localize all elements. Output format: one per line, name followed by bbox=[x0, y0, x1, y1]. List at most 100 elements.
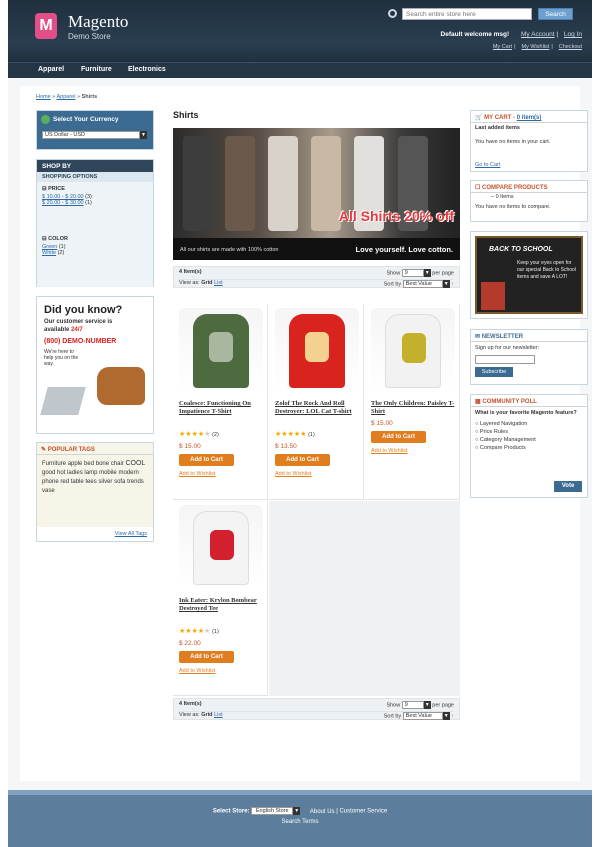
poll-title: ▦ COMMUNITY POLL bbox=[471, 395, 587, 407]
price-filter-label: ⊟ PRICE bbox=[42, 186, 65, 192]
add-to-wishlist-link[interactable]: Add to Wishlist bbox=[275, 471, 311, 477]
tag-link[interactable]: ladies bbox=[67, 470, 83, 476]
customer-service-link[interactable]: Customer Service bbox=[339, 809, 387, 815]
tag-link[interactable]: silver bbox=[98, 479, 112, 485]
tag-link[interactable]: phone bbox=[42, 479, 59, 485]
shopping-options-label: SHOPPING OPTIONS bbox=[37, 172, 153, 182]
limit-select[interactable]: 9 bbox=[401, 269, 424, 277]
back-to-school-box[interactable]: BACK TO SCHOOL Keep your eyes open for o… bbox=[470, 231, 588, 319]
tag-link[interactable]: bed bbox=[84, 461, 94, 467]
tag-link[interactable]: table bbox=[71, 479, 84, 485]
sort-direction-icon[interactable]: ↑ bbox=[451, 281, 454, 287]
my-wishlist-link[interactable]: My Wishlist bbox=[522, 44, 550, 50]
vote-button[interactable]: Vote bbox=[554, 481, 582, 492]
my-cart-link[interactable]: My Cart bbox=[493, 44, 512, 50]
product-rating[interactable]: ★★★★★ (2) bbox=[179, 430, 219, 438]
product-image[interactable] bbox=[371, 308, 455, 392]
mini-cart-sub: Last added items bbox=[475, 125, 520, 131]
subscribe-button[interactable]: Subscribe bbox=[475, 367, 513, 377]
product-name[interactable]: The Only Children: Paisley T-Shirt bbox=[371, 400, 455, 416]
sort-direction-icon[interactable]: ↑ bbox=[451, 713, 454, 719]
poll-option[interactable]: ○ Category Management bbox=[475, 436, 583, 444]
tag-link[interactable]: apple bbox=[68, 461, 83, 467]
tag-link[interactable]: lamp bbox=[84, 470, 97, 476]
product-name[interactable]: Ink Eater: Krylon Bombear Destroyed Tee bbox=[179, 597, 263, 613]
tag-link[interactable]: sofa bbox=[114, 479, 125, 485]
tag-link[interactable]: tees bbox=[85, 479, 96, 485]
logo-name[interactable]: Magento bbox=[68, 12, 128, 32]
add-to-cart-button[interactable]: Add to Cart bbox=[179, 454, 234, 466]
product-image[interactable] bbox=[179, 505, 263, 589]
welcome-message: Default welcome msg! bbox=[440, 31, 510, 38]
tag-link[interactable]: bone bbox=[96, 461, 109, 467]
limit-select[interactable]: 9 bbox=[401, 701, 424, 709]
breadcrumb-apparel[interactable]: Apparel bbox=[56, 94, 75, 100]
search-input[interactable] bbox=[402, 8, 532, 20]
product-rating[interactable]: ★★★★★ (1) bbox=[179, 627, 219, 635]
mini-cart-title: 🛒 MY CART - 0 item(s) bbox=[471, 111, 587, 123]
page-title: Shirts bbox=[173, 110, 199, 120]
add-to-cart-button[interactable]: Add to Cart bbox=[371, 431, 426, 443]
search-terms-link[interactable]: Search Terms bbox=[8, 819, 592, 825]
tag-link[interactable]: good bbox=[42, 470, 55, 476]
poll-option[interactable]: ○ Layered Navigation bbox=[475, 420, 583, 428]
product-item: Coalesce: Functioning On Impatience T-Sh… bbox=[173, 304, 268, 500]
store-select[interactable]: English Store bbox=[251, 807, 294, 815]
product-image[interactable] bbox=[275, 308, 359, 392]
product-name[interactable]: Coalesce: Functioning On Impatience T-Sh… bbox=[179, 400, 263, 416]
my-account-link[interactable]: My Account bbox=[521, 31, 555, 38]
promo-box[interactable]: Did you know? Our customer service is av… bbox=[36, 296, 154, 434]
product-image[interactable] bbox=[179, 308, 263, 392]
tag-link[interactable]: hot bbox=[57, 470, 65, 476]
product-rating[interactable]: ★★★★★ (1) bbox=[275, 430, 315, 438]
view-grid: Grid bbox=[201, 712, 213, 718]
add-to-wishlist-link[interactable]: Add to Wishlist bbox=[179, 668, 215, 674]
sort-select[interactable]: Best Value bbox=[402, 712, 443, 720]
search-button[interactable]: Search bbox=[538, 8, 573, 20]
nav-electronics[interactable]: Electronics bbox=[128, 66, 166, 73]
compare-empty: You have no items to compare. bbox=[475, 204, 551, 210]
tag-link[interactable]: chair bbox=[111, 461, 124, 467]
add-to-cart-button[interactable]: Add to Cart bbox=[275, 454, 330, 466]
limiter: Show 9 ▼ per page bbox=[386, 701, 454, 709]
view-list-link[interactable]: List bbox=[214, 712, 223, 718]
about-us-link[interactable]: About Us bbox=[310, 809, 335, 815]
promo-phone: (800) DEMO-NUMBER bbox=[44, 338, 117, 345]
sort-select[interactable]: Best Value bbox=[402, 280, 443, 288]
price-filter-item[interactable]: $ 20.00 - $ 30.00 (1) bbox=[42, 200, 148, 206]
poll-options: ○ Layered Navigation ○ Price Rules ○ Cat… bbox=[471, 420, 587, 452]
promo-banner[interactable]: All Shirts 20% off All our shirts are ma… bbox=[173, 128, 460, 260]
view-list-link[interactable]: List bbox=[214, 280, 223, 286]
tag-link[interactable]: modern bbox=[118, 470, 138, 476]
color-filter-item[interactable]: White (2) bbox=[42, 250, 148, 256]
tag-link[interactable]: Furniture bbox=[42, 461, 66, 467]
login-link[interactable]: Log In bbox=[564, 31, 582, 38]
magento-logo-icon[interactable]: M bbox=[35, 13, 57, 39]
nav-apparel[interactable]: Apparel bbox=[38, 66, 64, 73]
poll-option[interactable]: ○ Compare Products bbox=[475, 444, 583, 452]
breadcrumb-home[interactable]: Home bbox=[36, 94, 51, 100]
tag-link[interactable]: red bbox=[60, 479, 69, 485]
poll-option[interactable]: ○ Price Rules bbox=[475, 428, 583, 436]
shirt-print-graphic bbox=[305, 332, 329, 362]
newsletter-email-input[interactable] bbox=[475, 355, 535, 364]
nav-furniture[interactable]: Furniture bbox=[81, 66, 112, 73]
add-to-cart-button[interactable]: Add to Cart bbox=[179, 651, 234, 663]
tag-link[interactable]: trends bbox=[127, 479, 144, 485]
toolbar-pager: 4 Item(s) Show 9 ▼ per page bbox=[179, 269, 454, 279]
product-name[interactable]: Zolof The Rock And Roll Destroyer: LOL C… bbox=[275, 400, 359, 416]
currency-select[interactable]: US Dollar - USD ▼ bbox=[42, 131, 148, 139]
add-to-wishlist-link[interactable]: Add to Wishlist bbox=[179, 471, 215, 477]
view-all-tags-link[interactable]: View All Tags bbox=[115, 531, 147, 537]
checkout-link[interactable]: Checkout bbox=[559, 44, 582, 50]
go-to-cart-link[interactable]: Go to Cart bbox=[475, 162, 500, 168]
dog-image bbox=[97, 367, 145, 405]
banner-offer: All Shirts 20% off bbox=[338, 208, 454, 224]
tag-link[interactable]: COOL bbox=[125, 460, 145, 467]
product-item: Zolof The Rock And Roll Destroyer: LOL C… bbox=[269, 304, 364, 500]
tag-link[interactable]: mobile bbox=[99, 470, 117, 476]
add-to-wishlist-link[interactable]: Add to Wishlist bbox=[371, 448, 407, 454]
tag-link[interactable]: vase bbox=[42, 488, 55, 494]
tag-cloud: Furniture apple bed bone chair COOL good… bbox=[37, 455, 153, 527]
item-count: 4 Item(s) bbox=[179, 269, 202, 275]
